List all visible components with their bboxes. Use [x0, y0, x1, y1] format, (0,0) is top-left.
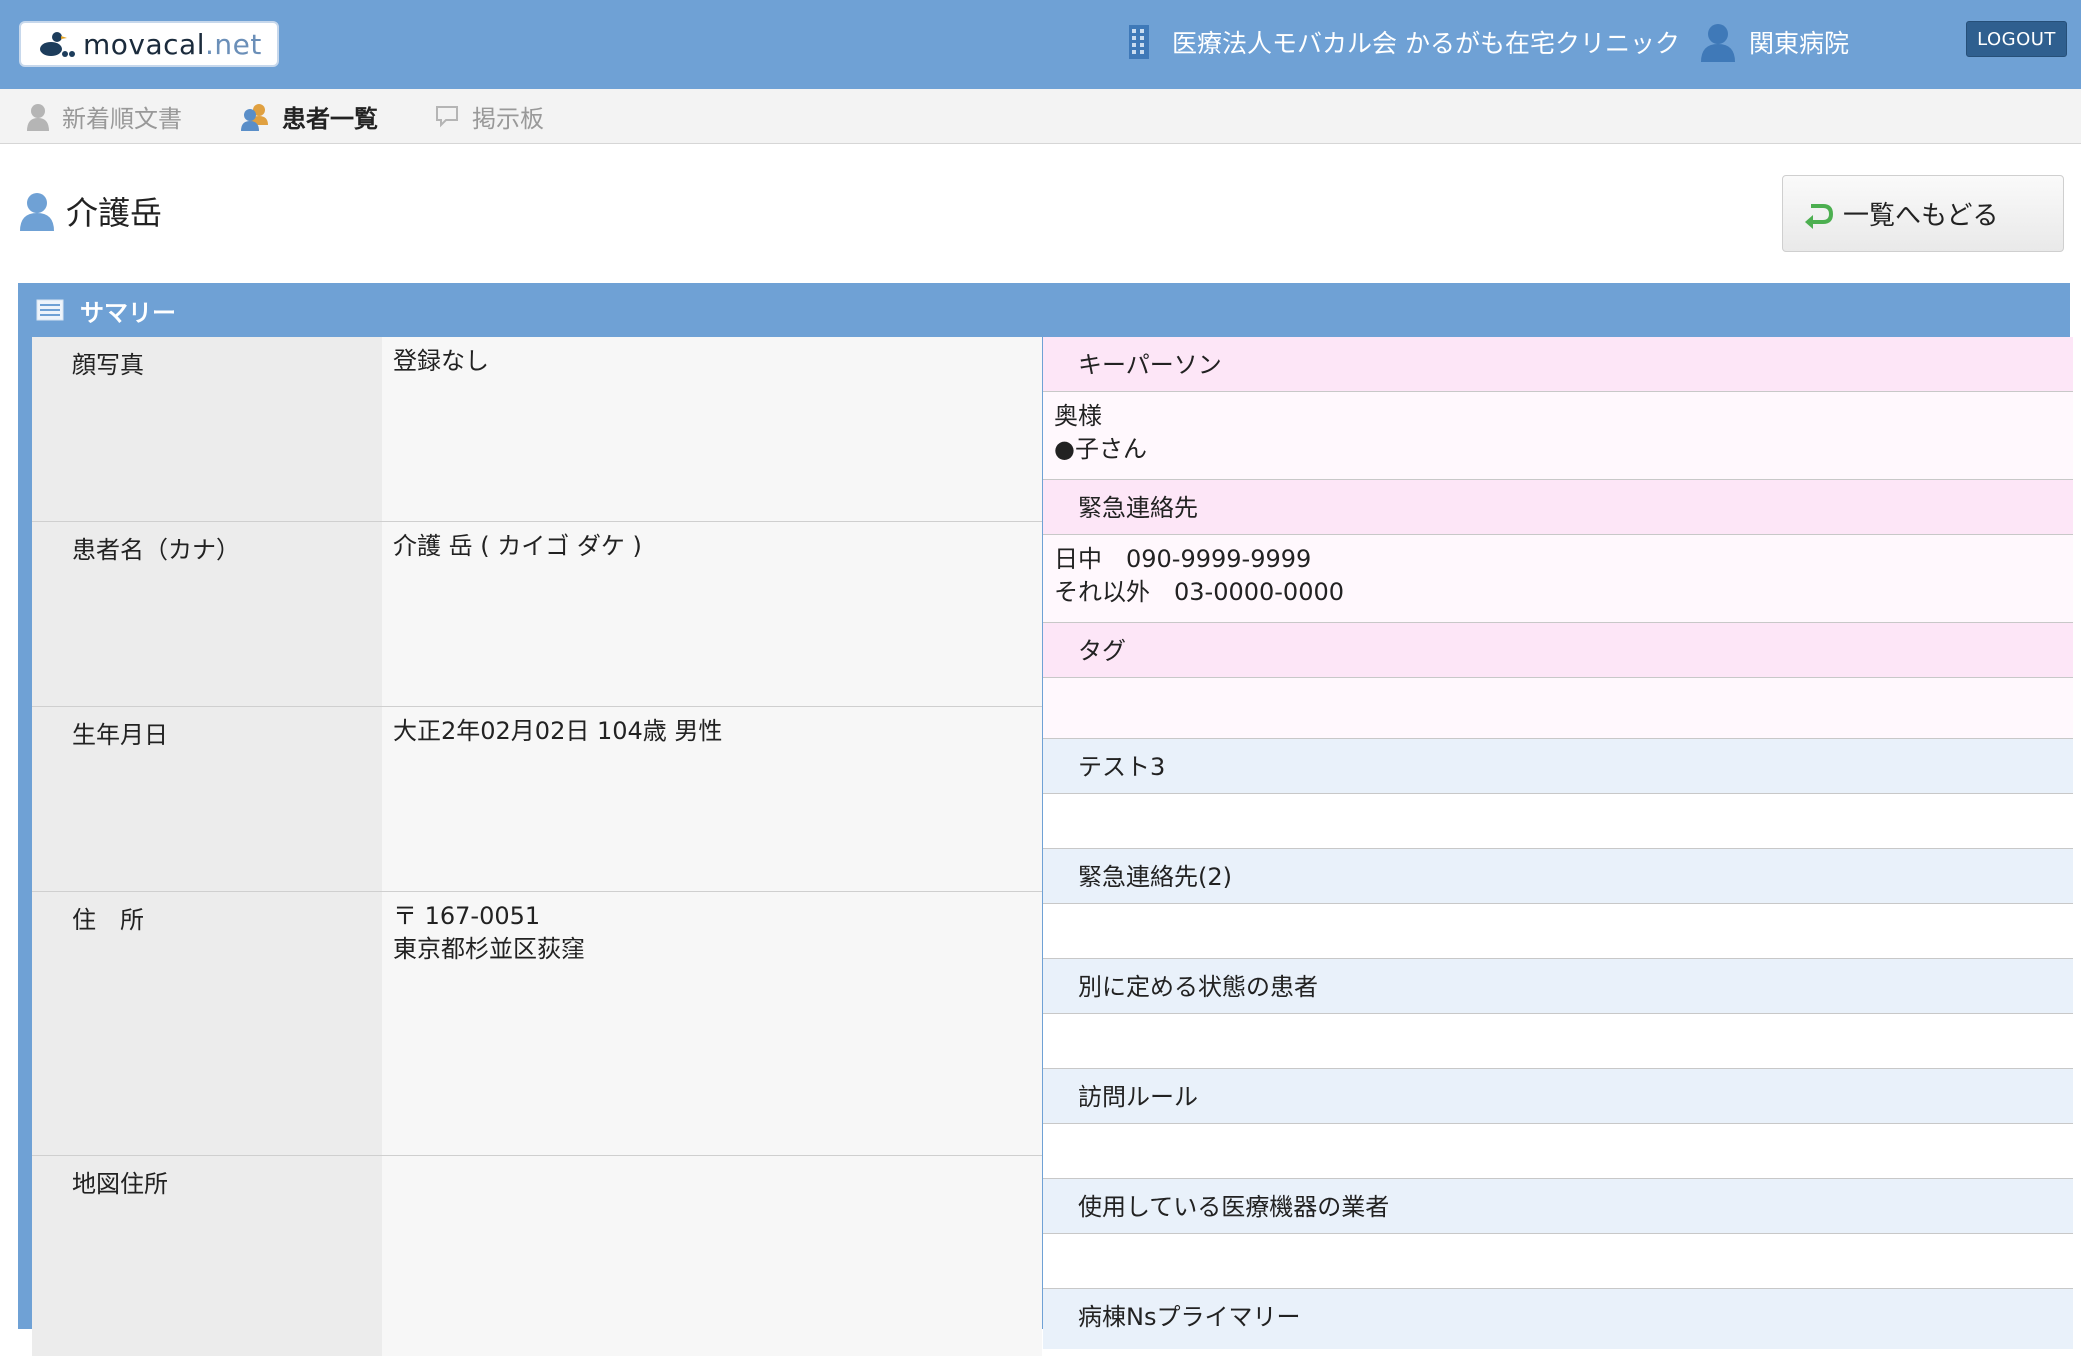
row-birth-date: 生年月日 大正2年02月02日 104歳 男性 [32, 707, 1042, 892]
app-header: movacal.net 医療法人モバカル会 かるがも在宅クリニック 関東病院 L… [0, 0, 2081, 89]
row-map-address: 地図住所 [32, 1156, 1042, 1356]
patient-icon [20, 193, 54, 231]
nav-label: 患者一覧 [282, 105, 378, 133]
keyperson-value: 奥様 ●子さん [1043, 392, 2073, 480]
row-value: 大正2年02月02日 104歳 男性 [382, 707, 1042, 891]
back-button-label: 一覧へもどる [1843, 201, 1999, 231]
summary-panel: サマリー 顔写真 登録なし 患者名（カナ） 介護 岳 ( カイゴ ダケ ) 生年… [18, 283, 2073, 1356]
nav-item-bulletin-board[interactable]: 掲示板 [434, 89, 544, 144]
emergency-contact-value: 日中 090-9999-9999 それ以外 03-0000-0000 [1043, 535, 2073, 623]
row-label: 患者名（カナ） [32, 522, 382, 706]
row-value: 登録なし [382, 337, 1042, 521]
row-label: 生年月日 [32, 707, 382, 891]
visit-rule-header: 訪問ルール [1043, 1069, 2073, 1124]
test3-header: テスト3 [1043, 739, 2073, 794]
emergency-contact2-value [1043, 904, 2073, 959]
main-nav: 新着順文書 患者一覧 掲示板 [0, 89, 2081, 144]
list-icon [36, 299, 64, 321]
row-face-photo: 顔写真 登録なし [32, 337, 1042, 522]
medical-device-vendor-header: 使用している医療機器の業者 [1043, 1179, 2073, 1234]
row-label: 顔写真 [32, 337, 382, 521]
row-label: 住 所 [32, 892, 382, 1155]
speech-bubble-icon [436, 105, 458, 127]
return-arrow-icon [1805, 203, 1834, 229]
row-value: 介護 岳 ( カイゴ ダケ ) [382, 522, 1042, 706]
logout-button[interactable]: LOGOUT [1966, 21, 2067, 57]
nav-label: 新着順文書 [62, 105, 182, 133]
ward-ns-primary-header: 病棟Nsプライマリー [1043, 1289, 2073, 1349]
emergency-contact2-header: 緊急連絡先(2) [1043, 849, 2073, 904]
emergency-contact-header: 緊急連絡先 [1043, 480, 2073, 535]
patient-title: 介護岳 [18, 188, 162, 234]
back-to-list-button[interactable]: 一覧へもどる [1782, 175, 2064, 252]
special-condition-value [1043, 1014, 2073, 1069]
tag-header: タグ [1043, 623, 2073, 678]
visit-rule-value [1043, 1124, 2073, 1179]
clinic-name: 医療法人モバカル会 かるがも在宅クリニック [1172, 29, 1680, 58]
row-address: 住 所 〒 167-0051 東京都杉並区荻窪 [32, 892, 1042, 1156]
person-icon [27, 103, 49, 131]
row-value: 〒 167-0051 東京都杉並区荻窪 [382, 892, 1042, 1155]
logo-text: movacal.net [83, 27, 262, 61]
hospital-name: 関東病院 [1749, 29, 1850, 58]
row-patient-name-kana: 患者名（カナ） 介護 岳 ( カイゴ ダケ ) [32, 522, 1042, 707]
user-icon [1701, 24, 1735, 62]
patients-icon [241, 103, 268, 131]
nav-label: 掲示板 [472, 105, 544, 133]
nav-item-patient-list[interactable]: 患者一覧 [240, 89, 378, 144]
tag-value [1043, 678, 2073, 739]
summary-title: サマリー [80, 298, 176, 327]
patient-name: 介護岳 [66, 194, 163, 232]
hospital-info: 関東病院 [1699, 20, 1849, 64]
keyperson-header: キーパーソン [1043, 337, 2073, 392]
summary-header: サマリー [18, 283, 2070, 337]
nav-item-new-documents[interactable]: 新着順文書 [26, 89, 182, 144]
duck-logo-icon [40, 32, 75, 57]
special-condition-header: 別に定める状態の患者 [1043, 959, 2073, 1014]
row-value [382, 1156, 1042, 1356]
clinic-info: 医療法人モバカル会 かるがも在宅クリニック [1126, 20, 1680, 64]
medical-device-vendor-value [1043, 1234, 2073, 1289]
movacal-logo[interactable]: movacal.net [19, 21, 279, 67]
test3-value [1043, 794, 2073, 849]
row-label: 地図住所 [32, 1156, 382, 1356]
building-icon [1129, 25, 1149, 59]
